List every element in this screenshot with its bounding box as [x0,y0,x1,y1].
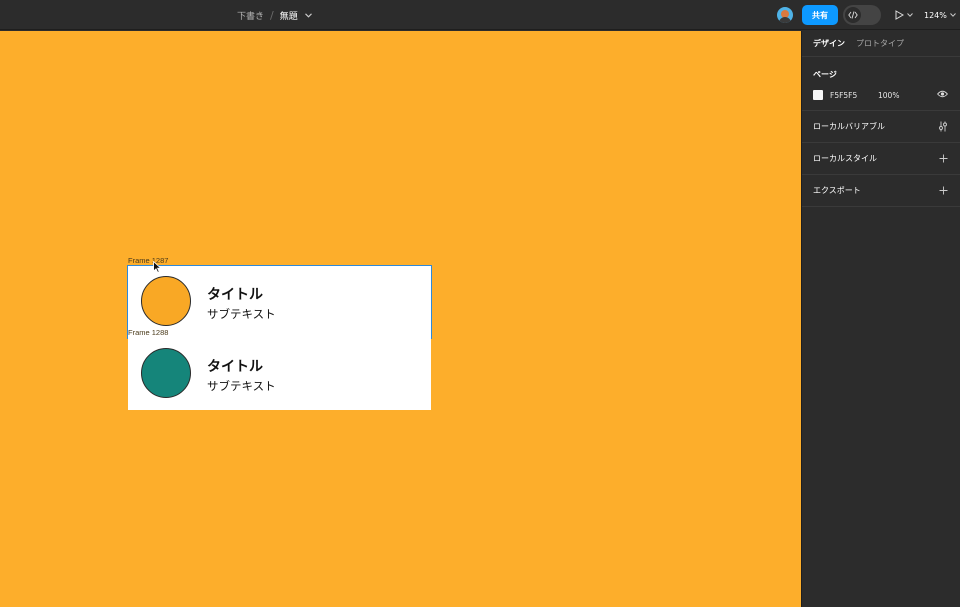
plus-icon[interactable] [937,153,949,165]
export-section[interactable]: エクスポート [802,175,960,207]
breadcrumb-separator: / [270,8,274,22]
top-toolbar: 下書き / 無題 共有 124% [0,0,960,30]
share-button[interactable]: 共有 [802,5,838,25]
tab-design[interactable]: デザイン [813,38,845,49]
color-swatch[interactable] [813,90,823,100]
frame-title-text[interactable]: タイトル [207,356,263,376]
local-styles-label: ローカルスタイル [813,154,877,163]
export-label: エクスポート [813,186,861,195]
frame-label[interactable]: Frame 1287 [128,256,168,265]
cursor-icon [153,258,162,277]
circle-shape[interactable] [141,276,191,326]
local-variables-label: ローカルバリアブル [813,122,885,131]
zoom-dropdown[interactable]: 124% [924,0,956,30]
color-hex-input[interactable]: F5F5F5 [830,91,878,100]
tab-prototype[interactable]: プロトタイプ [856,38,904,49]
breadcrumb-drafts[interactable]: 下書き [237,9,264,22]
file-name[interactable]: 無題 [280,9,298,22]
dev-mode-toggle[interactable] [843,5,881,25]
circle-shape[interactable] [141,348,191,398]
local-styles-section[interactable]: ローカルスタイル [802,143,960,175]
breadcrumb: 下書き / 無題 [237,0,313,30]
frame-label[interactable]: Frame 1288 [128,328,168,337]
zoom-level: 124% [924,10,947,20]
frame-1287[interactable]: タイトル サブテキスト [127,265,432,339]
frame-subtitle-text[interactable]: サブテキスト [207,378,276,394]
page-section: ページ F5F5F5 100% [802,57,960,111]
frame-subtitle-text[interactable]: サブテキスト [207,306,276,322]
page-section-title: ページ [813,70,837,79]
frame-1288[interactable]: タイトル サブテキスト [128,338,431,410]
chevron-down-icon [907,13,913,17]
avatar[interactable] [777,7,793,23]
play-icon [895,10,904,20]
chevron-down-icon [950,13,956,17]
properties-panel: デザイン プロトタイプ ページ F5F5F5 100% ローカルバリアブル ロー… [801,31,960,607]
present-button[interactable] [895,8,917,22]
plus-icon[interactable] [937,185,949,197]
local-variables-section[interactable]: ローカルバリアブル [802,111,960,143]
variables-icon[interactable] [937,121,949,133]
frame-title-text[interactable]: タイトル [207,284,263,304]
panel-tabs: デザイン プロトタイプ [802,31,960,57]
page-background-row[interactable]: F5F5F5 100% [813,89,949,101]
design-canvas[interactable]: Frame 1287 タイトル サブテキスト Frame 1288 タイトル サ… [0,31,801,607]
eye-icon[interactable] [936,90,949,100]
code-icon [845,7,861,23]
opacity-input[interactable]: 100% [878,91,937,100]
chevron-down-icon[interactable] [305,11,313,19]
